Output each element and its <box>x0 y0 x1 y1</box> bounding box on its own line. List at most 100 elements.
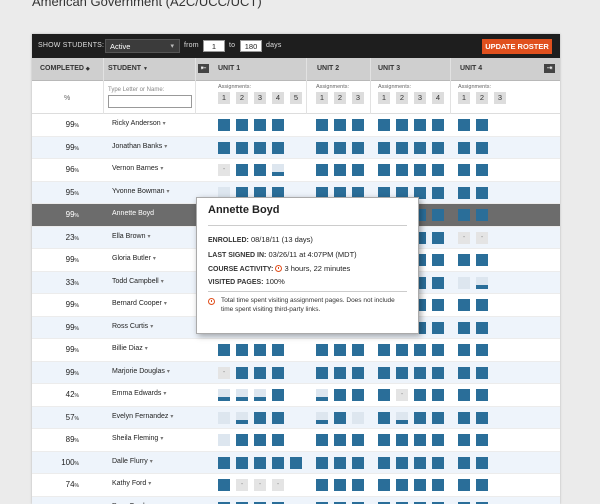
assignment-status-cell[interactable] <box>272 119 284 131</box>
student-column-header[interactable]: STUDENT ▼ <box>108 65 148 72</box>
student-name[interactable]: Marjorie Douglas▾ <box>112 368 170 375</box>
assignment-status-cell[interactable] <box>414 344 426 356</box>
student-name[interactable]: Yvonne Bowman▾ <box>112 188 170 195</box>
assignment-status-cell[interactable] <box>378 142 390 154</box>
assignment-status-cell[interactable] <box>458 119 470 131</box>
assignment-status-cell[interactable] <box>378 164 390 176</box>
assignment-status-cell[interactable] <box>254 119 266 131</box>
assignment-status-cell[interactable] <box>352 164 364 176</box>
assignment-status-cell[interactable] <box>458 142 470 154</box>
assignment-status-cell[interactable] <box>458 367 470 379</box>
student-name[interactable]: Sheila Fleming▾ <box>112 435 163 442</box>
assignment-status-cell[interactable] <box>458 232 470 244</box>
assignment-status-cell[interactable] <box>414 457 426 469</box>
assignment-number-3-3[interactable]: 3 <box>414 92 426 104</box>
assignment-status-cell[interactable] <box>396 457 408 469</box>
next-units-icon[interactable]: ⇥ <box>544 64 555 73</box>
assignment-status-cell[interactable] <box>396 344 408 356</box>
chevron-down-icon[interactable]: ▾ <box>147 234 150 240</box>
assignment-status-cell[interactable] <box>334 389 346 401</box>
assignment-status-cell[interactable] <box>334 142 346 154</box>
assignment-status-cell[interactable] <box>272 344 284 356</box>
student-row[interactable]: 99%Marjorie Douglas▾ <box>32 362 560 385</box>
assignment-status-cell[interactable] <box>476 389 488 401</box>
assignment-status-cell[interactable] <box>458 412 470 424</box>
assignment-status-cell[interactable] <box>458 209 470 221</box>
student-name[interactable]: Vernon Barnes▾ <box>112 165 163 172</box>
assignment-number-4-2[interactable]: 2 <box>476 92 488 104</box>
assignment-status-cell[interactable] <box>236 479 248 491</box>
chevron-down-icon[interactable]: ▾ <box>170 414 173 420</box>
assignment-status-cell[interactable] <box>432 479 444 491</box>
assignment-status-cell[interactable] <box>290 457 302 469</box>
assignment-status-cell[interactable] <box>414 479 426 491</box>
assignment-status-cell[interactable] <box>272 367 284 379</box>
student-name[interactable]: Evelyn Fernandez▾ <box>112 413 173 420</box>
assignment-number-4-3[interactable]: 3 <box>494 92 506 104</box>
assignment-status-cell[interactable] <box>476 322 488 334</box>
assignment-status-cell[interactable] <box>432 142 444 154</box>
assignment-status-cell[interactable] <box>396 412 408 424</box>
assignment-status-cell[interactable] <box>218 367 230 379</box>
student-name[interactable]: Ella Brown▾ <box>112 233 150 240</box>
assignment-status-cell[interactable] <box>476 277 488 289</box>
assignment-status-cell[interactable] <box>272 434 284 446</box>
assignment-status-cell[interactable] <box>432 457 444 469</box>
assignment-status-cell[interactable] <box>352 479 364 491</box>
assignment-status-cell[interactable] <box>334 457 346 469</box>
assignment-status-cell[interactable] <box>414 434 426 446</box>
assignment-status-cell[interactable] <box>334 479 346 491</box>
assignment-status-cell[interactable] <box>236 412 248 424</box>
student-row[interactable]: 42%Emma Edwards▾ <box>32 384 560 407</box>
assignment-status-cell[interactable] <box>414 142 426 154</box>
status-select[interactable]: Active ▾ <box>105 39 180 53</box>
assignment-status-cell[interactable] <box>352 412 364 424</box>
assignment-status-cell[interactable] <box>476 457 488 469</box>
assignment-status-cell[interactable] <box>476 119 488 131</box>
assignment-status-cell[interactable] <box>218 119 230 131</box>
assignment-status-cell[interactable] <box>334 434 346 446</box>
assignment-status-cell[interactable] <box>352 367 364 379</box>
student-row[interactable]: 99%Ricky Anderson▾ <box>32 114 560 137</box>
assignment-status-cell[interactable] <box>334 412 346 424</box>
assignment-status-cell[interactable] <box>334 344 346 356</box>
assignment-number-3-2[interactable]: 2 <box>396 92 408 104</box>
assignment-status-cell[interactable] <box>396 164 408 176</box>
student-name[interactable]: Todd Campbell▾ <box>112 278 164 285</box>
assignment-status-cell[interactable] <box>432 412 444 424</box>
assignment-status-cell[interactable] <box>236 367 248 379</box>
assignment-status-cell[interactable] <box>458 164 470 176</box>
assignment-status-cell[interactable] <box>432 187 444 199</box>
assignment-status-cell[interactable] <box>378 457 390 469</box>
assignment-status-cell[interactable] <box>218 412 230 424</box>
assignment-status-cell[interactable] <box>476 412 488 424</box>
assignment-status-cell[interactable] <box>432 389 444 401</box>
assignment-status-cell[interactable] <box>378 119 390 131</box>
assignment-status-cell[interactable] <box>458 479 470 491</box>
chevron-down-icon[interactable]: ▾ <box>148 481 151 487</box>
student-row[interactable]: 99%Jonathan Banks▾ <box>32 137 560 160</box>
assignment-status-cell[interactable] <box>396 142 408 154</box>
assignment-status-cell[interactable] <box>334 119 346 131</box>
assignment-status-cell[interactable] <box>334 367 346 379</box>
assignment-status-cell[interactable] <box>432 322 444 334</box>
assignment-status-cell[interactable] <box>458 457 470 469</box>
student-name[interactable]: Billie Diaz▾ <box>112 345 148 352</box>
assignment-status-cell[interactable] <box>476 232 488 244</box>
student-name[interactable]: Dalle Flurry▾ <box>112 458 153 465</box>
prev-units-icon[interactable]: ⇤ <box>198 64 209 73</box>
assignment-status-cell[interactable] <box>272 412 284 424</box>
student-row[interactable]: 74%Kathy Ford▾ <box>32 474 560 497</box>
chevron-down-icon[interactable]: ▾ <box>145 346 148 352</box>
assignment-status-cell[interactable] <box>476 367 488 379</box>
assignment-status-cell[interactable] <box>218 434 230 446</box>
student-row[interactable]: 96%Vernon Barnes▾ <box>32 159 560 182</box>
assignment-status-cell[interactable] <box>396 367 408 379</box>
chevron-down-icon[interactable]: ▾ <box>163 121 166 127</box>
chevron-down-icon[interactable]: ▾ <box>160 436 163 442</box>
assignment-status-cell[interactable] <box>236 344 248 356</box>
assignment-status-cell[interactable] <box>432 367 444 379</box>
assignment-status-cell[interactable] <box>316 479 328 491</box>
assignment-status-cell[interactable] <box>396 119 408 131</box>
assignment-status-cell[interactable] <box>352 457 364 469</box>
